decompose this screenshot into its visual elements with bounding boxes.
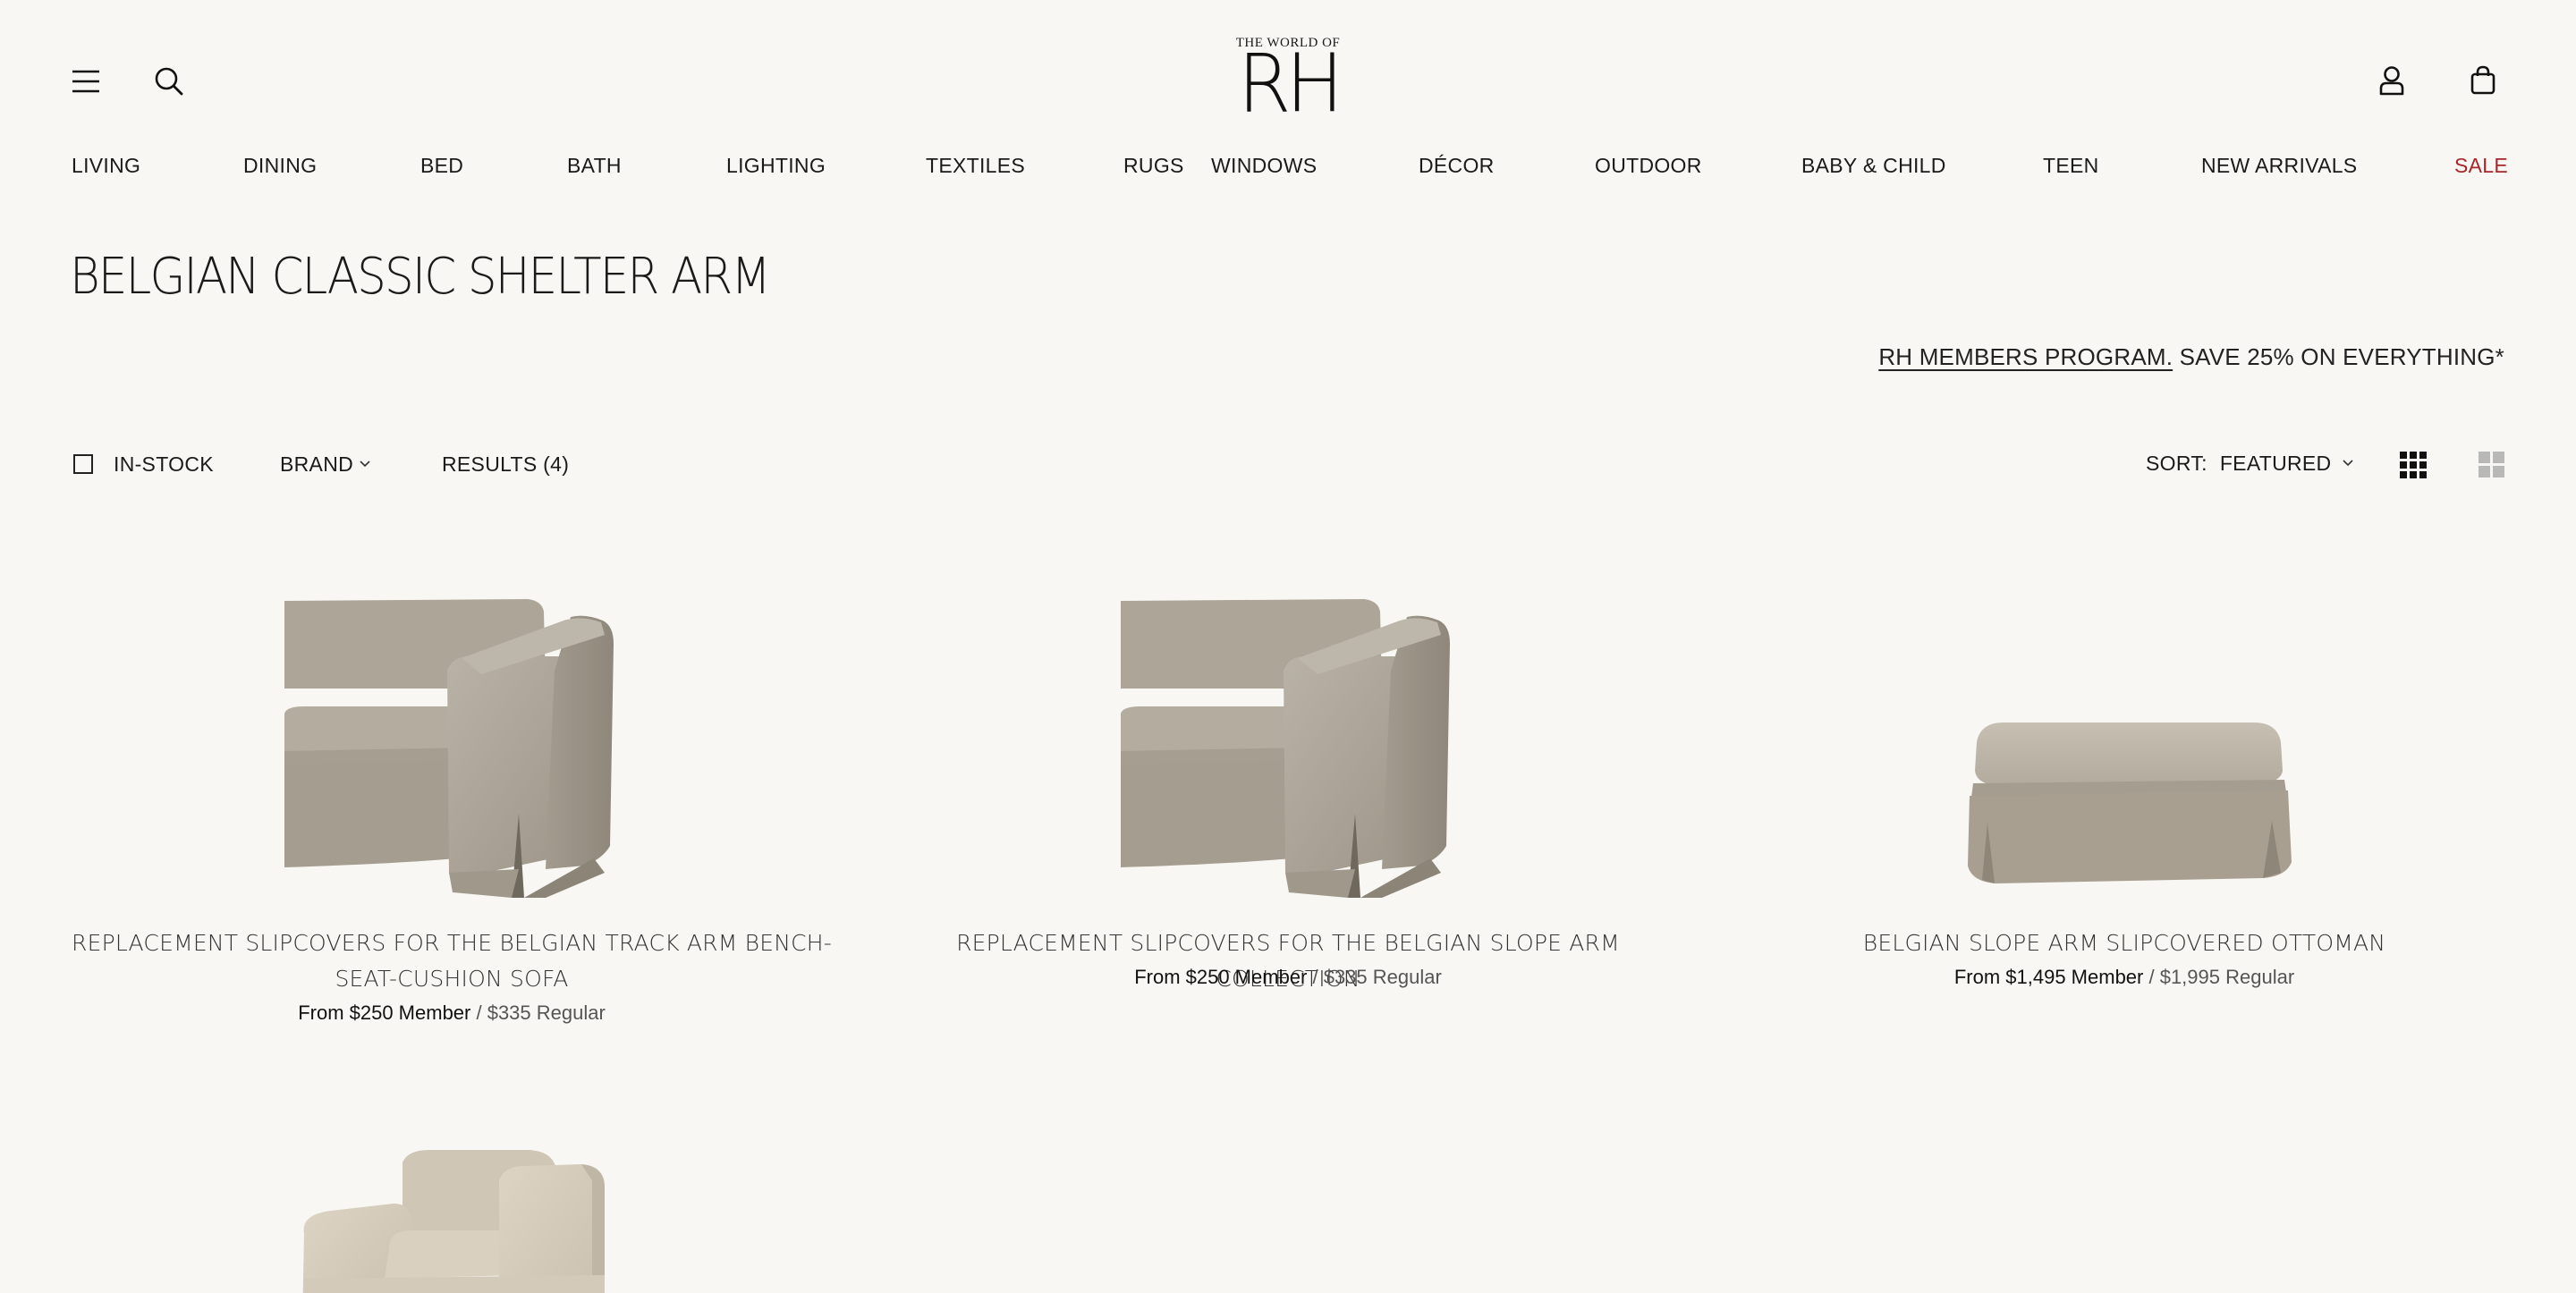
product-name[interactable]: BELGIAN SLOPE ARM SLIPCOVERED OTTOMAN [1744,925,2504,961]
nav-baby-child[interactable]: BABY & CHILD [1801,152,1946,179]
product-card[interactable]: REPLACEMENT SLIPCOVERS FOR THE BELGIAN T… [72,572,832,1037]
nav-rugs[interactable]: RUGS [1123,152,1184,179]
results-count: RESULTS (4) [442,452,570,476]
member-price: From $1,495 Member [1953,966,2144,988]
member-price: From $250 Member [298,1001,471,1024]
nav-lighting[interactable]: LIGHTING [726,152,826,179]
search-icon [155,67,183,96]
nav-decor[interactable]: DÉCOR [1419,152,1495,179]
sort-control: SORT: FEATURED [2146,450,2354,477]
nav-bed[interactable]: BED [420,152,463,179]
nav-bath[interactable]: BATH [567,152,622,179]
logo-mark: RH [1237,37,1343,131]
product-price: From $1,495 Member / $1,995 Regular [1744,964,2504,991]
nav-living[interactable]: LIVING [72,152,140,179]
sort-dropdown[interactable]: FEATURED [2220,450,2355,477]
in-stock-checkbox[interactable] [73,454,93,474]
search-button[interactable] [152,64,186,98]
promo-text: SAVE 25% ON EVERYTHING* [2173,343,2504,370]
nav-outdoor[interactable]: OUTDOOR [1595,152,1702,179]
in-stock-label[interactable]: IN-STOCK [114,451,214,477]
nav-dining[interactable]: DINING [243,152,317,179]
product-image[interactable] [1114,590,1471,912]
cart-button[interactable] [2467,63,2499,98]
product-card[interactable]: REPLACEMENT SLIPCOVERS FOR THE BELGIAN S… [908,572,1668,1001]
brand-filter-label: BRAND [280,452,354,476]
sort-value: FEATURED [2219,452,2332,475]
regular-price: / $335 Regular [1307,966,1442,988]
menu-icon [72,70,99,93]
product-name[interactable]: REPLACEMENT SLIPCOVERS FOR THE BELGIAN T… [72,925,832,997]
sort-label: SORT: [2146,452,2207,475]
nav-teen[interactable]: TEEN [2043,152,2099,179]
member-price: From $250 Member [1134,966,1308,988]
product-card[interactable]: BELGIAN SLOPE ARM SLIPCOVERED OTTOMAN Fr… [1744,572,2504,1001]
product-price: From $250 Member / $335 Regular [72,1000,832,1027]
members-program-link[interactable]: RH MEMBERS PROGRAM. [1878,343,2173,370]
members-promo: RH MEMBERS PROGRAM. SAVE 25% ON EVERYTHI… [1878,342,2504,372]
page-title: BELGIAN CLASSIC SHELTER ARM [70,248,771,306]
product-image[interactable] [1950,715,2308,894]
product-price: From $250 Member / $335 Regular [908,964,1668,991]
chevron-down-icon [360,461,370,468]
brand-filter-dropdown[interactable]: BRAND [280,451,371,477]
account-button[interactable] [2376,63,2408,98]
product-card[interactable] [72,1136,832,1293]
nav-textiles[interactable]: TEXTILES [926,152,1025,179]
nav-new-arrivals[interactable]: NEW ARRIVALS [2201,152,2357,179]
product-name-line-1: REPLACEMENT SLIPCOVERS FOR THE BELGIAN T… [72,930,832,956]
site-logo[interactable]: THE WORLD OF RH [1234,36,1344,131]
user-icon [2379,66,2404,96]
product-image[interactable] [295,1145,635,1293]
two-column-grid-icon[interactable] [2479,452,2505,478]
nav-sale[interactable]: SALE [2454,152,2508,179]
chevron-down-icon [2343,460,2354,467]
three-column-grid-icon[interactable] [2400,452,2427,478]
regular-price: / $1,995 Regular [2143,966,2295,988]
shopping-bag-icon [2470,65,2496,95]
nav-windows[interactable]: WINDOWS [1211,152,1317,179]
menu-button[interactable] [68,66,104,97]
regular-price: / $335 Regular [470,1001,606,1024]
product-image[interactable] [277,590,635,912]
product-name-line-2: SEAT-CUSHION SOFA [335,966,569,992]
